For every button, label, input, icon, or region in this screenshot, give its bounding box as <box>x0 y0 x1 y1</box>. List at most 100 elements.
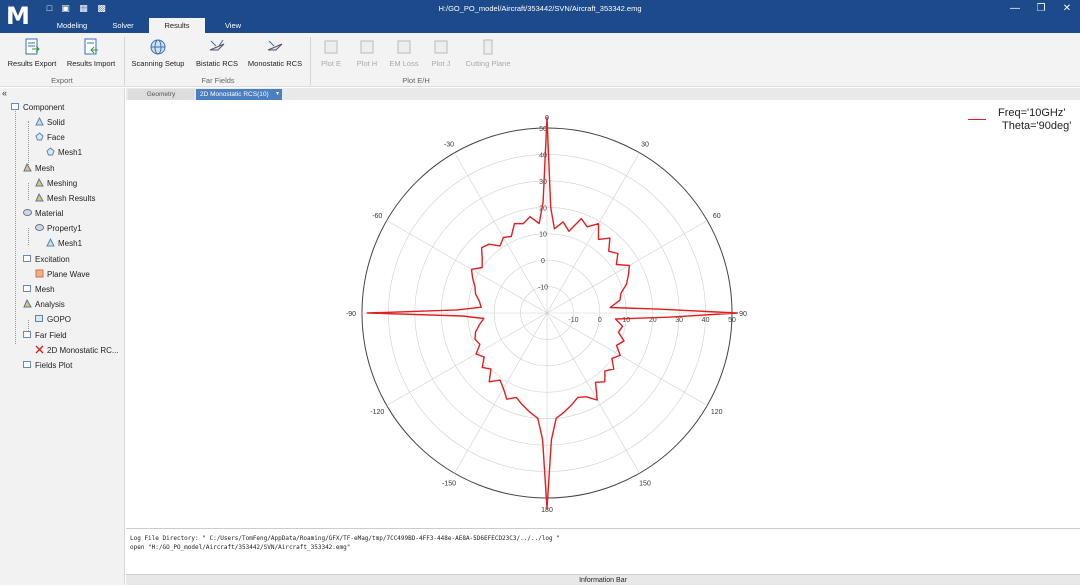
tree-item-label: Fields Plot <box>35 361 73 370</box>
tree-item-mesh-2[interactable]: Mesh <box>23 284 55 296</box>
grid-spoke <box>454 312 548 474</box>
tree-item-label: Plane Wave <box>47 270 90 279</box>
tree-item-label: Far Field <box>35 331 67 340</box>
monostatic-rcs-button[interactable]: Monostatic RCS <box>244 38 306 68</box>
cutting-plane-button[interactable]: Cutting Plane <box>460 38 516 68</box>
tree-item-gopo[interactable]: GOPO <box>35 314 71 326</box>
minimize-icon[interactable]: — <box>1004 2 1026 16</box>
grid-spoke <box>546 312 708 406</box>
results-export-button[interactable]: Results Export <box>4 38 60 68</box>
tree-item-label: Component <box>23 103 65 112</box>
tree-item-2d-monostatic-rcs[interactable]: 2D Monostatic RC... <box>35 345 119 357</box>
tab-modeling[interactable]: Modeling <box>44 18 100 33</box>
x-icon <box>35 345 44 354</box>
save-icon[interactable]: ▦ <box>78 3 89 14</box>
tree-item-property-mesh1[interactable]: Mesh1 <box>46 238 82 250</box>
tree-item-excitation[interactable]: Excitation <box>23 254 70 266</box>
mesh-results-icon <box>35 193 44 202</box>
plot-e-label: Plot E <box>320 59 341 68</box>
component-icon <box>11 103 19 110</box>
tree-item-label: Property1 <box>47 224 82 233</box>
legend-swatch <box>968 119 986 120</box>
tree-item-mesh-results[interactable]: Mesh Results <box>35 193 95 205</box>
results-import-button[interactable]: Results Import <box>62 38 120 68</box>
meshing-icon <box>35 178 44 187</box>
plot-h-button[interactable]: Plot H <box>352 38 382 68</box>
tree-item-label: Material <box>35 209 64 218</box>
tab-view[interactable]: View <box>212 18 254 33</box>
open-file-icon[interactable]: ▣ <box>60 3 71 14</box>
tree-connector <box>28 183 29 200</box>
tree-item-far-field[interactable]: Far Field <box>23 330 67 342</box>
plane-wave-icon <box>35 269 44 278</box>
tree-item-label: Mesh1 <box>58 148 83 157</box>
bistatic-rcs-icon <box>209 39 225 51</box>
radial-tick-label: 30 <box>539 179 547 186</box>
plot-e-button[interactable]: Plot E <box>316 38 346 68</box>
collapse-panel-icon[interactable]: « <box>2 88 7 98</box>
tree-item-label: Mesh Results <box>47 194 96 203</box>
ribbon-separator <box>124 37 125 85</box>
legend-line-2: Theta='90deg' <box>1002 120 1072 132</box>
close-icon[interactable]: ✕ <box>1056 2 1078 16</box>
plot-j-icon <box>434 40 448 54</box>
log-line: Log File Directory: " C:/Users/TomFeng/A… <box>130 535 560 542</box>
far-field-icon <box>23 331 31 338</box>
tree-item-component[interactable]: Component <box>11 102 64 114</box>
tree-item-analysis[interactable]: Analysis <box>23 299 65 311</box>
tab-results[interactable]: Results <box>149 18 205 33</box>
mesh-group-icon <box>23 285 31 292</box>
tree-item-face-mesh1[interactable]: Mesh1 <box>46 147 82 159</box>
grid-spoke <box>546 312 640 474</box>
grid-spoke <box>386 220 548 314</box>
model-tree-panel: « Component Solid Face Mesh1 Mesh Meshin… <box>0 88 125 585</box>
em-loss-label: EM Loss <box>389 59 419 68</box>
plot-j-button[interactable]: Plot J <box>426 38 456 68</box>
tree-item-fields-plot[interactable]: Fields Plot <box>23 360 72 372</box>
grid-spoke <box>454 152 548 314</box>
save-as-icon[interactable]: ▩ <box>96 3 107 14</box>
tree-item-label: 2D Monostatic RC... <box>47 346 119 355</box>
bistatic-rcs-label: Bistatic RCS <box>195 59 239 68</box>
tab-2d-monostatic-rcs[interactable]: 2D Monostatic RCS(10) ▾ <box>196 89 282 100</box>
tab-close-icon[interactable]: ▾ <box>276 89 279 100</box>
tree-item-face[interactable]: Face <box>35 132 65 144</box>
tree-item-material[interactable]: Material <box>23 208 63 220</box>
tree-connector <box>28 228 29 245</box>
em-loss-button[interactable]: EM Loss <box>386 38 422 68</box>
radial-tick-label: 20 <box>539 205 547 212</box>
face-icon <box>35 132 44 141</box>
tab-solver[interactable]: Solver <box>100 18 146 33</box>
plot-h-icon <box>360 40 374 54</box>
bistatic-rcs-button[interactable]: Bistatic RCS <box>192 38 242 68</box>
tree-connector <box>15 108 16 344</box>
tab-geometry[interactable]: Geometry <box>128 89 194 100</box>
results-export-label: Results Export <box>7 59 57 68</box>
radial-tick-label: 10 <box>539 232 547 239</box>
results-import-label: Results Import <box>66 59 116 68</box>
fields-plot-icon <box>23 361 31 368</box>
angle-tick-label: 120 <box>711 409 723 416</box>
scanning-setup-label: Scanning Setup <box>131 59 185 68</box>
tree-item-solid[interactable]: Solid <box>35 117 65 129</box>
analysis-icon <box>23 299 32 308</box>
monostatic-rcs-label: Monostatic RCS <box>247 59 303 68</box>
plot-h-label: Plot H <box>356 59 378 68</box>
new-file-icon[interactable]: □ <box>44 3 55 14</box>
tree-item-label: Mesh <box>35 285 55 294</box>
radial-tick-label: 30 <box>675 317 683 324</box>
radial-tick-label: -10 <box>568 317 578 324</box>
angle-tick-label: -90 <box>346 311 356 318</box>
tree-item-label: Analysis <box>35 300 65 309</box>
gopo-icon <box>35 315 43 322</box>
restore-icon[interactable]: ❐ <box>1030 2 1052 16</box>
tree-item-label: Solid <box>47 118 65 127</box>
scanning-setup-button[interactable]: Scanning Setup <box>128 38 188 68</box>
tree-item-property1[interactable]: Property1 <box>35 223 82 235</box>
tree-connector <box>28 121 29 169</box>
log-line: open "H:/GO_PO_model/Aircraft/353442/SVN… <box>130 544 351 551</box>
radial-tick-label: 0 <box>541 258 545 265</box>
tree-item-mesh[interactable]: Mesh <box>23 163 55 175</box>
tree-item-plane-wave[interactable]: Plane Wave <box>35 269 90 281</box>
tree-item-meshing[interactable]: Meshing <box>35 178 77 190</box>
